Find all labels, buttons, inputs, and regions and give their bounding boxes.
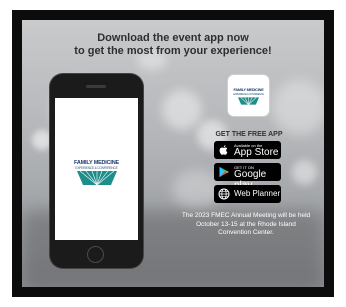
web-planner-label: Web Planner	[234, 189, 281, 198]
web-planner-button[interactable]: Web Planner	[214, 185, 281, 203]
logo-fan-icon	[77, 171, 117, 185]
phone-screen: FAMILY MEDICINE EXPERIENCE & CONFERENCE	[55, 98, 138, 240]
phone-mockup: FAMILY MEDICINE EXPERIENCE & CONFERENCE	[50, 74, 143, 268]
event-note-line-3: Convention Center.	[218, 229, 274, 236]
app-icon[interactable]: FAMILY MEDICINE EXPERIENCE & CONFERENCE	[228, 75, 269, 116]
apple-icon	[219, 145, 228, 155]
google-play-button[interactable]: GET IT ON Google play	[214, 163, 281, 191]
event-background: Download the event app now to get the mo…	[22, 20, 324, 287]
app-store-button[interactable]: Available on the App Store	[214, 141, 281, 159]
app-icon-logo-subtitle: EXPERIENCE & CONFERENCE	[233, 93, 264, 96]
app-store-label: App Store	[234, 147, 279, 158]
headline-line-1: Download the event app now	[97, 32, 249, 44]
app-icon-logo-title: FAMILY MEDICINE	[233, 88, 264, 92]
event-note-line-2: October 13-15 at the Rhode Island	[196, 220, 296, 228]
headline: Download the event app now to get the mo…	[22, 32, 324, 58]
get-app-heading: GET THE FREE APP	[215, 131, 283, 138]
phone-home-button	[87, 246, 104, 263]
headline-line-2: to get the most from your experience!	[74, 45, 272, 57]
event-note-line-1: The 2023 FMEC Annual Meeting will be hel…	[181, 212, 311, 219]
app-icon-fan-icon	[238, 97, 259, 105]
logo-subtitle: EXPERIENCE & CONFERENCE	[75, 166, 118, 170]
phone-speaker	[86, 85, 106, 88]
globe-icon	[218, 188, 230, 200]
event-note: The 2023 FMEC Annual Meeting will be hel…	[175, 212, 317, 238]
play-icon	[219, 166, 229, 178]
